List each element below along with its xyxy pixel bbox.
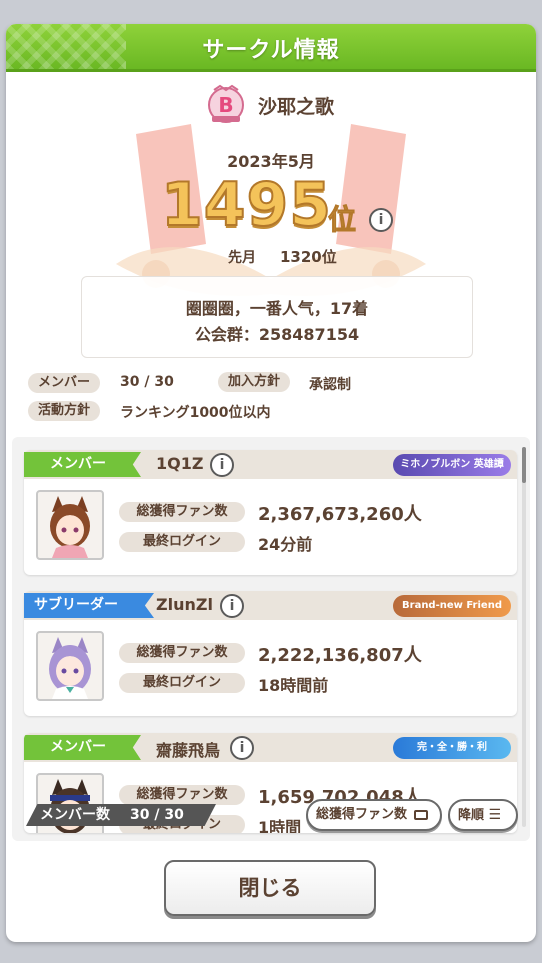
fans-value: 2,222,136,807人 <box>258 645 422 666</box>
member-count-value: 30 / 30 <box>120 374 174 390</box>
join-policy-value: 承認制 <box>309 377 351 393</box>
member-role: メンバー <box>24 735 141 760</box>
member-title-badge: Brand-new Friend <box>393 595 511 617</box>
member-info-button[interactable]: i <box>230 736 254 760</box>
member-avatar <box>36 631 104 701</box>
member-role: サブリーダー <box>24 593 154 618</box>
member-info-button[interactable]: i <box>220 594 244 618</box>
circle-description: 圈圈圈，一番人气，17着 公会群：258487154 <box>81 276 473 358</box>
scrollbar-track[interactable] <box>522 447 526 827</box>
fans-label: 総獲得ファン数 <box>119 785 245 805</box>
sort-icon <box>413 809 428 820</box>
sort-order-button[interactable]: 降順 ☰ <box>448 799 518 831</box>
member-title-badge: 完・全・勝・利 <box>393 737 511 759</box>
description-line: 圈圈圈，一番人气，17着 <box>185 299 369 318</box>
last-login-value: 18時間前 <box>258 676 329 695</box>
member-card[interactable]: メンバー 1Q1Z i ミホノブルボン 英雄譚 総獲得ファン数 2,367,67… <box>24 450 517 575</box>
member-card[interactable]: サブリーダー ZlunZl i Brand-new Friend 総獲得ファン数… <box>24 591 517 716</box>
join-policy-label: 加入方針 <box>218 372 291 392</box>
fans-value: 2,367,673,260人 <box>258 504 422 525</box>
ranking-month: 2023年5月 <box>227 152 315 171</box>
member-role: メンバー <box>24 452 141 477</box>
member-count-bar-label: メンバー数 <box>40 807 110 823</box>
member-count-bar-value: 30 / 30 <box>130 807 184 823</box>
activity-policy-label: 活動方針 <box>28 401 101 421</box>
member-name: ZlunZl <box>156 595 213 614</box>
scrollbar-thumb[interactable] <box>522 447 526 483</box>
fans-label: 総獲得ファン数 <box>119 502 245 522</box>
info-icon: i <box>210 453 234 477</box>
rank-unit: 位 <box>327 203 357 237</box>
info-icon: i <box>369 208 393 232</box>
last-login-label: 最終ログイン <box>119 532 245 552</box>
member-count-bar: メンバー数 30 / 30 <box>26 804 216 826</box>
member-name: 1Q1Z <box>156 454 204 473</box>
member-info-button[interactable]: i <box>210 453 234 477</box>
last-login-label: 最終ログイン <box>119 673 245 693</box>
last-month-label: 先月 <box>228 250 256 266</box>
last-login-value: 24分前 <box>258 535 313 554</box>
member-count-label: メンバー <box>28 373 101 393</box>
member-name: 齋藤飛鳥 <box>156 741 221 760</box>
sort-order-label: 降順 <box>458 808 485 823</box>
close-button[interactable]: 閉じる <box>164 860 376 916</box>
emblem-letter: B <box>218 93 233 117</box>
last-month-rank: 1320位 <box>280 248 337 266</box>
activity-policy-value: ランキング1000位以内 <box>120 405 271 421</box>
dialog-titlebar: サークル情報 <box>6 24 536 72</box>
member-title-badge: ミホノブルボン 英雄譚 <box>393 454 511 476</box>
member-avatar <box>36 490 104 560</box>
info-icon: i <box>220 594 244 618</box>
sort-key-button[interactable]: 総獲得ファン数 <box>306 799 442 831</box>
circle-name: 沙耶之歌 <box>258 96 335 118</box>
last-login-value: 1時間 <box>258 818 302 833</box>
info-icon: i <box>230 736 254 760</box>
circle-rank: 1495 <box>160 169 332 241</box>
rank-info-button[interactable]: i <box>369 208 393 232</box>
sort-key-label: 総獲得ファン数 <box>316 807 408 822</box>
dialog-title: サークル情報 <box>202 38 340 63</box>
fans-label: 総獲得ファン数 <box>119 643 245 663</box>
circle-emblem-icon: B <box>208 84 244 123</box>
sort-order-icon: ☰ <box>488 807 502 823</box>
description-line: 公会群：258487154 <box>194 325 360 344</box>
